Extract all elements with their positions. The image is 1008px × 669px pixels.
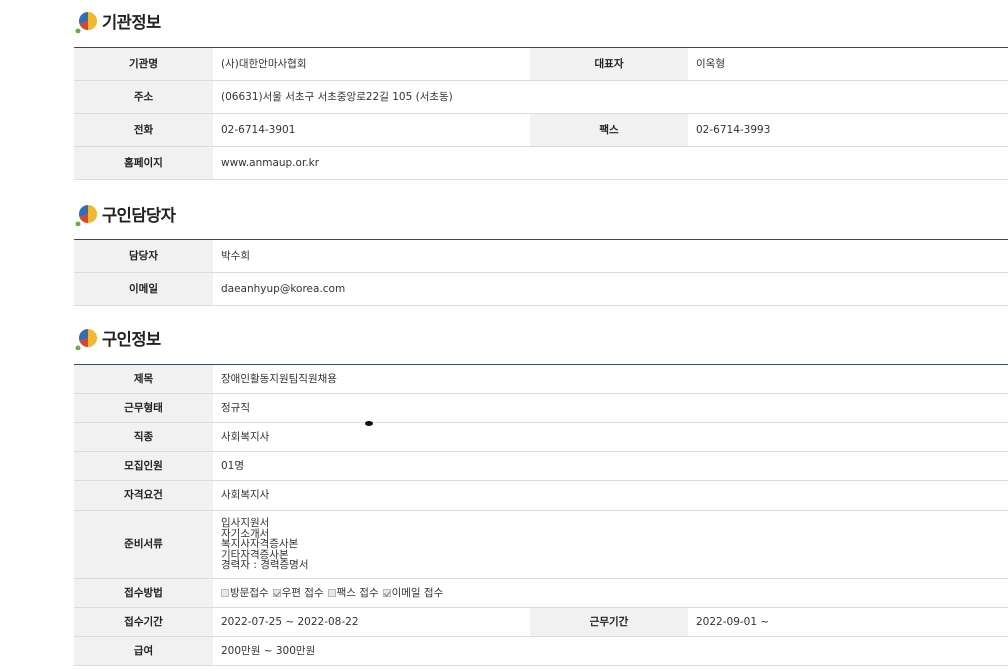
fax-value: 02-6714-3993 (688, 113, 1008, 147)
document-item: 자기소개서 (221, 527, 270, 540)
addr-value: (06631)서울 서초구 서초중앙로22길 105 (서초동) (213, 80, 1008, 114)
table-row: 직종 사회복지사 (74, 422, 1008, 452)
table-row: 기관명 (사)대한안마사협회 대표자 이옥형 (74, 47, 1008, 81)
pie-logo-icon (75, 329, 97, 350)
occupation-value: 사회복지사 (213, 422, 1008, 452)
table-row: 제목 장애인활동지원팀직원채용 (74, 364, 1008, 394)
addr-label: 주소 (74, 80, 213, 114)
pie-logo-icon (75, 204, 97, 226)
table-row: 급여 200만원 ~ 300만원 (74, 636, 1008, 666)
org-name-label: 기관명 (74, 47, 213, 81)
rep-value: 이옥형 (688, 47, 1008, 81)
occupation-label: 직종 (74, 422, 213, 452)
org-section-title: 기관정보 (75, 8, 161, 34)
document-item: 복지사자격증사본 (221, 538, 299, 551)
fax-method-label: 팩스 접수 (336, 586, 379, 599)
person-value: 박수희 (213, 239, 1008, 273)
document-item: 경력자 : 경력증명서 (221, 559, 309, 572)
contact-section-title-text: 구인담당자 (102, 206, 176, 225)
homepage-label: 홈페이지 (74, 146, 213, 180)
contact-info-table: 담당자 박수희 이메일 daeanhyup@korea.com (74, 239, 1008, 306)
method-visit: 방문접수 (221, 586, 269, 599)
method-mail: 우편 접수 (272, 586, 324, 599)
period-value: 2022-07-25 ~ 2022-08-22 (213, 607, 530, 637)
homepage-value: www.anmaup.or.kr (213, 146, 1008, 180)
job-info-table: 제목 장애인활동지원팀직원채용 근무형태 정규직 직종 사회복지사 모집인원 0… (74, 364, 1008, 666)
table-row: 접수기간 2022-07-25 ~ 2022-08-22 근무기간 2022-0… (74, 607, 1008, 637)
salary-value: 200만원 ~ 300만원 (213, 636, 1008, 666)
salary-label: 급여 (74, 636, 213, 666)
email-checkbox (382, 589, 391, 597)
pie-logo-icon (75, 11, 97, 33)
mail-label: 우편 접수 (281, 586, 324, 599)
mail-checkbox (272, 589, 281, 597)
email-value: daeanhyup@korea.com (213, 272, 1008, 306)
rep-label: 대표자 (530, 47, 688, 81)
table-row: 전화 02-6714-3901 팩스 02-6714-3993 (74, 113, 1008, 147)
person-label: 담당자 (74, 239, 213, 273)
method-value: 방문접수 우편 접수 팩스 접수 이메일 접수 (213, 578, 1008, 608)
org-name-value: (사)대한안마사협회 (213, 47, 530, 81)
method-email: 이메일 접수 (382, 586, 444, 599)
workperiod-value: 2022-09-01 ~ (688, 607, 1008, 637)
worktype-label: 근무형태 (74, 393, 213, 423)
visit-checkbox (221, 589, 229, 597)
documents-value: 입사지원서 자기소개서 복지사자격증사본 기타자격증사본 경력자 : 경력증명서 (213, 510, 1008, 579)
org-info-table: 기관명 (사)대한안마사협회 대표자 이옥형 주소 (06631)서울 서초구 … (74, 47, 1008, 180)
tel-label: 전화 (74, 113, 213, 147)
documents-label: 준비서류 (74, 510, 213, 579)
cursor-mark (365, 421, 373, 426)
org-section-title-text: 기관정보 (102, 13, 161, 32)
email-label: 이메일 (74, 272, 213, 306)
visit-label: 방문접수 (230, 586, 269, 599)
table-row: 접수방법 방문접수 우편 접수 팩스 접수 이메일 접수 (74, 578, 1008, 608)
table-row: 준비서류 입사지원서 자기소개서 복지사자격증사본 기타자격증사본 경력자 : … (74, 510, 1008, 579)
table-row: 모집인원 01명 (74, 451, 1008, 481)
fax-checkbox (327, 589, 336, 597)
method-fax: 팩스 접수 (327, 586, 379, 599)
headcount-label: 모집인원 (74, 451, 213, 481)
tel-value: 02-6714-3901 (213, 113, 530, 147)
fax-label: 팩스 (530, 113, 688, 147)
table-row: 이메일 daeanhyup@korea.com (74, 272, 1008, 306)
document-item: 기타자격증사본 (221, 548, 289, 561)
job-section-title-text: 구인정보 (102, 330, 161, 349)
contact-section-title: 구인담당자 (75, 201, 176, 227)
headcount-value: 01명 (213, 451, 1008, 481)
qualification-label: 자격요건 (74, 480, 213, 511)
table-row: 주소 (06631)서울 서초구 서초중앙로22길 105 (서초동) (74, 80, 1008, 114)
subject-label: 제목 (74, 364, 213, 394)
table-row: 담당자 박수희 (74, 239, 1008, 273)
email-method-label: 이메일 접수 (391, 586, 444, 599)
qualification-value: 사회복지사 (213, 480, 1008, 511)
workperiod-label: 근무기간 (530, 607, 688, 637)
table-row: 자격요건 사회복지사 (74, 480, 1008, 511)
job-section-title: 구인정보 (75, 325, 161, 351)
period-label: 접수기간 (74, 607, 213, 637)
subject-value: 장애인활동지원팀직원채용 (213, 364, 1008, 394)
worktype-value: 정규직 (213, 393, 1008, 423)
table-row: 근무형태 정규직 (74, 393, 1008, 423)
method-label: 접수방법 (74, 578, 213, 608)
table-row: 홈페이지 www.anmaup.or.kr (74, 146, 1008, 180)
document-item: 입사지원서 (221, 517, 270, 530)
